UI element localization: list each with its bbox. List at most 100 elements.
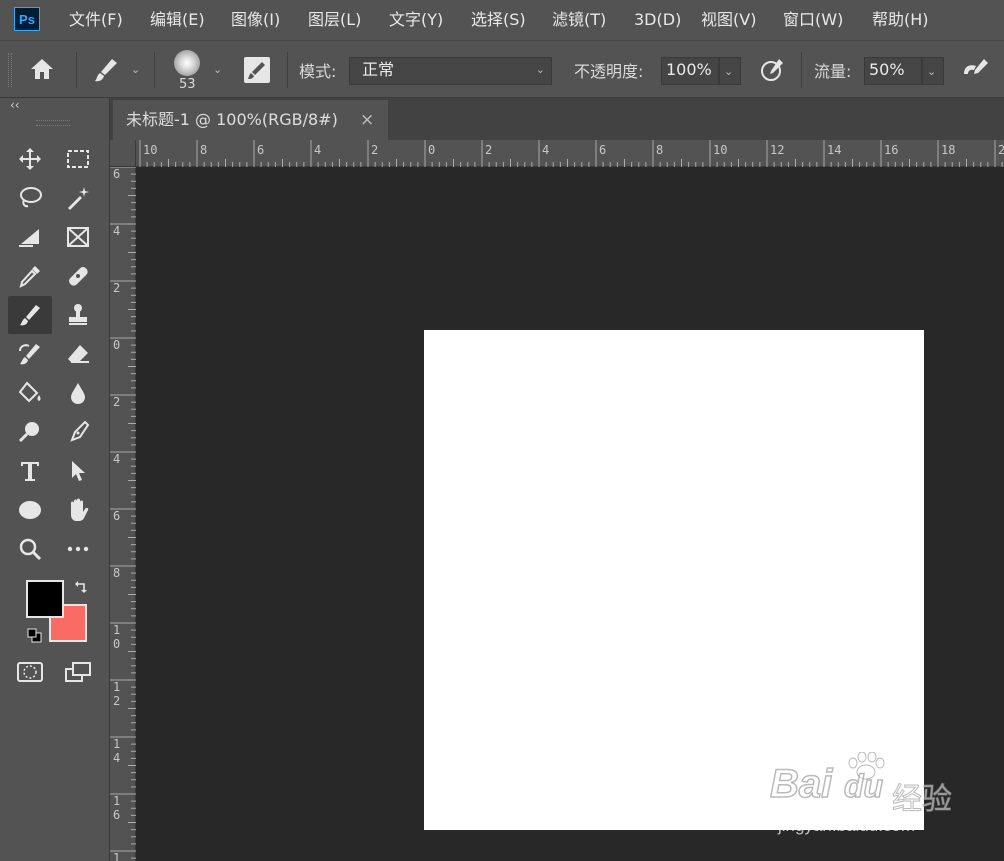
menu-3d[interactable]: 3D(D) <box>634 0 681 40</box>
pen-tool[interactable] <box>61 415 95 449</box>
menu-file[interactable]: 文件(F) <box>69 0 123 40</box>
watermark-paw-text: du <box>843 767 884 805</box>
watermark-cn-text: 经验 <box>892 782 953 818</box>
history-brush-tool[interactable] <box>13 337 47 371</box>
brush-tip-preview-icon[interactable] <box>174 50 200 76</box>
ellipse-icon <box>19 501 41 519</box>
blur-tool[interactable] <box>61 376 95 410</box>
ruler-label: 2 <box>485 143 492 157</box>
tool-preset-picker[interactable] <box>92 56 120 88</box>
pressure-opacity-button[interactable] <box>758 56 786 88</box>
ruler-label: 2 <box>113 281 120 295</box>
watermark-brand: Bai <box>769 761 833 807</box>
crop-tool[interactable] <box>13 220 47 254</box>
ruler-label: 2 <box>371 143 378 157</box>
chevron-down-icon[interactable]: ⌄ <box>213 63 222 76</box>
flow-dropdown[interactable]: ⌄ <box>922 57 944 85</box>
airbrush-button[interactable] <box>960 56 990 88</box>
path-selection-tool[interactable] <box>61 454 95 488</box>
quick-mask-mode[interactable] <box>13 655 47 689</box>
menu-view[interactable]: 视图(V) <box>701 0 756 40</box>
home-button[interactable] <box>28 56 56 86</box>
marquee-tool[interactable] <box>61 142 95 176</box>
magic-wand-tool[interactable] <box>61 181 95 215</box>
zoom-tool[interactable] <box>13 532 47 566</box>
default-colors-icon <box>27 628 42 643</box>
panel-grip[interactable] <box>36 120 70 126</box>
ruler-label: 1 <box>113 680 120 694</box>
pen-icon <box>70 420 90 442</box>
menu-layer[interactable]: 图层(L) <box>308 0 361 40</box>
vertical-ruler[interactable]: 64202468101214161 <box>110 167 136 861</box>
vertical-ruler-ticks: 64202468101214161 <box>110 167 136 861</box>
separator <box>154 52 155 88</box>
collapse-panel-button[interactable]: ‹‹ <box>10 98 20 112</box>
menu-select[interactable]: 选择(S) <box>471 0 526 40</box>
photoshop-logo: Ps <box>14 7 40 31</box>
ruler-label: 16 <box>884 143 898 157</box>
eyedropper-icon <box>19 266 40 288</box>
brush-settings-panel-button[interactable] <box>244 57 270 83</box>
magic-wand-icon <box>68 187 89 210</box>
flow-input[interactable]: 50% <box>864 57 922 85</box>
options-grip[interactable] <box>8 53 12 87</box>
ruler-label: 6 <box>257 143 264 157</box>
ruler-label: 6 <box>113 167 120 181</box>
ruler-label: 20 <box>998 143 1004 157</box>
opacity-dropdown[interactable]: ⌄ <box>719 57 741 85</box>
crop-icon <box>19 229 39 247</box>
frame-tool[interactable] <box>61 220 95 254</box>
chevron-down-icon: ⌄ <box>927 65 937 78</box>
hand-tool[interactable] <box>61 493 95 527</box>
screen-mode[interactable] <box>61 655 95 689</box>
foreground-color-swatch[interactable] <box>26 580 64 618</box>
lasso-tool[interactable] <box>13 181 47 215</box>
default-colors-button[interactable] <box>27 628 43 648</box>
more-tools[interactable] <box>61 532 95 566</box>
ruler-origin[interactable] <box>110 140 136 167</box>
dodge-tool[interactable] <box>13 415 47 449</box>
move-tool[interactable] <box>13 142 47 176</box>
ruler-label: 1 <box>113 737 120 751</box>
flow-label: 流量: <box>814 62 852 81</box>
menu-image[interactable]: 图像(I) <box>231 0 280 40</box>
opacity-input[interactable]: 100% <box>661 57 719 85</box>
document-tab[interactable]: 未标题-1 @ 100%(RGB/8#) × <box>113 100 388 140</box>
ruler-label: 4 <box>314 143 321 157</box>
paint-bucket-icon <box>18 381 41 403</box>
ellipse-tool[interactable] <box>13 493 47 527</box>
mode-select[interactable]: 正常 ⌄ <box>349 57 552 85</box>
arrow-cursor-icon <box>72 461 85 481</box>
paint-bucket-tool[interactable] <box>13 376 47 410</box>
brush-tool[interactable] <box>8 296 52 334</box>
menu-filter[interactable]: 滤镜(T) <box>552 0 606 40</box>
ruler-label: 18 <box>941 143 955 157</box>
menu-bar: Ps 文件(F) 编辑(E) 图像(I) 图层(L) 文字(Y) 选择(S) 滤… <box>0 0 1004 40</box>
menu-type[interactable]: 文字(Y) <box>389 0 443 40</box>
chevron-down-icon: ⌄ <box>535 63 545 76</box>
frame-icon <box>67 227 89 247</box>
opacity-value: 100% <box>666 60 712 79</box>
clone-stamp-tool[interactable] <box>61 298 95 332</box>
hand-icon <box>71 498 89 521</box>
healing-brush-tool[interactable] <box>61 259 95 293</box>
menu-edit[interactable]: 编辑(E) <box>150 0 205 40</box>
close-tab-button[interactable]: × <box>360 100 374 140</box>
separator <box>287 52 288 88</box>
eraser-tool[interactable] <box>61 337 95 371</box>
ruler-label: 8 <box>113 566 120 580</box>
swap-colors-button[interactable] <box>74 579 90 599</box>
menu-window[interactable]: 窗口(W) <box>783 0 843 40</box>
horizontal-ruler[interactable]: 10864202468101214161820 <box>136 140 1004 167</box>
lasso-icon <box>20 187 42 208</box>
chevron-down-icon[interactable]: ⌄ <box>131 63 140 76</box>
move-icon <box>19 148 41 170</box>
eyedropper-tool[interactable] <box>13 259 47 293</box>
brush-size-value: 53 <box>179 77 196 92</box>
ruler-label: 8 <box>200 143 207 157</box>
ruler-label: 10 <box>713 143 727 157</box>
type-tool[interactable] <box>13 454 47 488</box>
ruler-label: 0 <box>113 637 120 651</box>
baidu-jingyan-watermark: Bai du 经验 jingyan.baidu.com <box>768 752 1004 842</box>
menu-help[interactable]: 帮助(H) <box>872 0 929 40</box>
